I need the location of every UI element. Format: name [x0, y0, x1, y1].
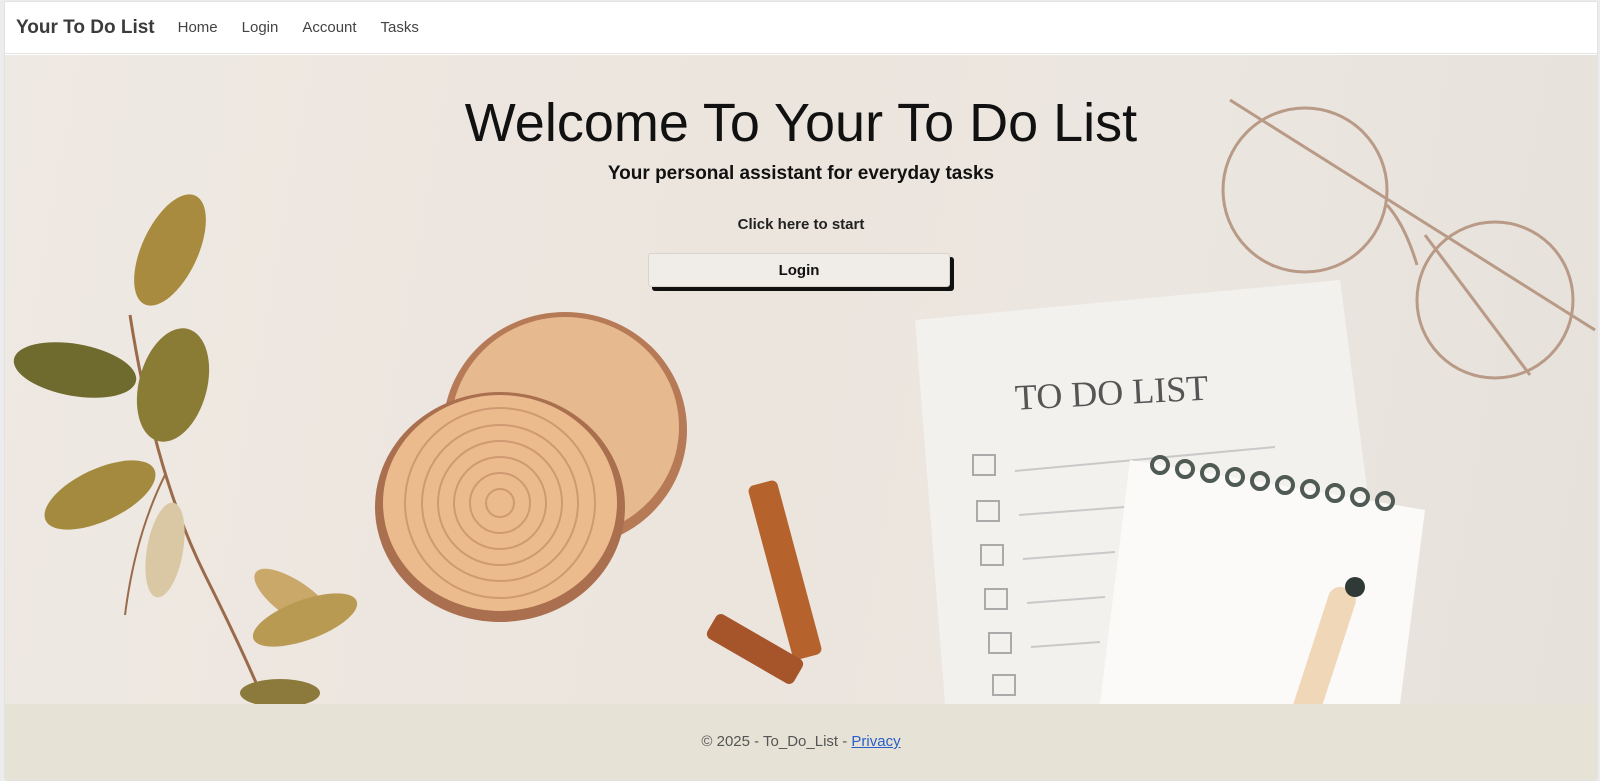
footer: © 2025 - To_Do_List - Privacy	[5, 704, 1597, 780]
browser-page: Your To Do List Home Login Account Tasks	[4, 1, 1598, 781]
nav-link-login[interactable]: Login	[230, 19, 291, 36]
nav-links: Home Login Account Tasks	[166, 19, 431, 36]
eucalyptus-branch-illustration	[13, 194, 358, 704]
nav-link-tasks[interactable]: Tasks	[369, 19, 431, 36]
navbar: Your To Do List Home Login Account Tasks	[5, 2, 1597, 54]
nav-link-account[interactable]: Account	[290, 19, 368, 36]
footer-text: © 2025 - To_Do_List - Privacy	[5, 733, 1597, 750]
page-title: Welcome To Your To Do List	[464, 93, 1138, 153]
nav-link-home[interactable]: Home	[166, 19, 230, 36]
spiral-notebook-illustration	[1100, 455, 1425, 704]
cta-text: Click here to start	[737, 216, 865, 233]
login-button[interactable]: Login	[648, 253, 950, 287]
cinnamon-sticks-illustration	[706, 480, 822, 684]
brand-link[interactable]: Your To Do List	[16, 17, 155, 39]
page-subtitle: Your personal assistant for everyday tas…	[607, 163, 995, 184]
wood-slices-illustration	[375, 312, 687, 622]
copyright-text: © 2025 - To_Do_List -	[701, 733, 852, 750]
privacy-link[interactable]: Privacy	[851, 733, 900, 750]
hero-section: TO DO LIST Welcome To Your To Do List Yo…	[5, 55, 1597, 704]
